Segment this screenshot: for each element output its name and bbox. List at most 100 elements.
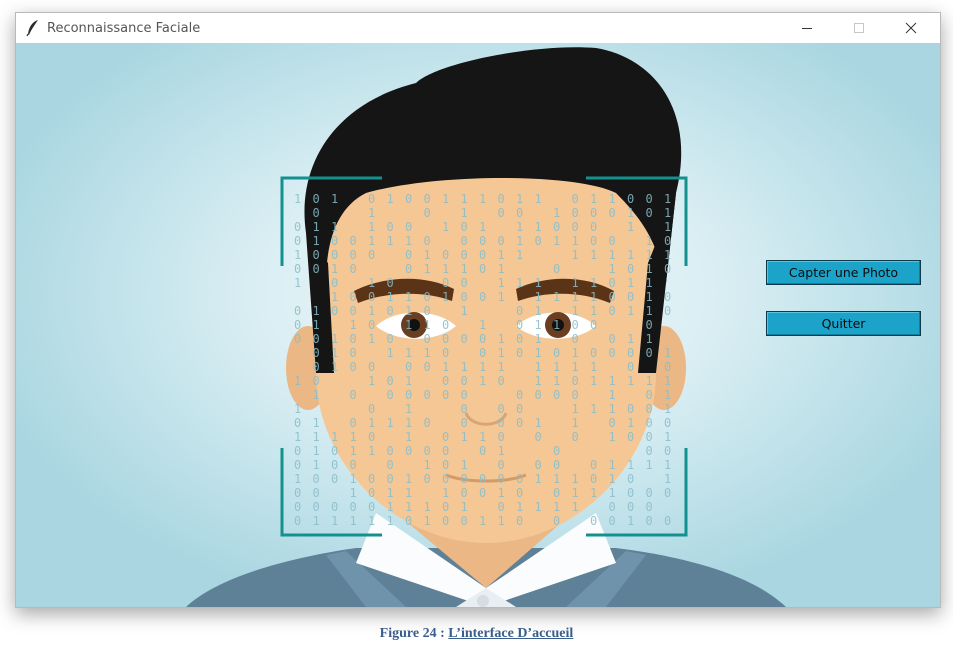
svg-text:1: 1: [627, 416, 634, 430]
svg-text:1: 1: [553, 234, 560, 248]
svg-text:1: 1: [479, 374, 486, 388]
svg-text:0: 0: [313, 374, 320, 388]
svg-text:1: 1: [368, 276, 375, 290]
svg-text:0: 0: [646, 192, 653, 206]
svg-text:1: 1: [331, 360, 338, 374]
svg-text:0: 0: [609, 206, 616, 220]
svg-text:1: 1: [535, 374, 542, 388]
svg-text:0: 0: [368, 360, 375, 374]
svg-text:1: 1: [572, 472, 579, 486]
svg-text:1: 1: [405, 346, 412, 360]
capture-photo-button[interactable]: Capter une Photo: [766, 260, 921, 285]
svg-text:1: 1: [368, 234, 375, 248]
svg-text:0: 0: [461, 234, 468, 248]
close-button[interactable]: [885, 13, 937, 43]
svg-text:1: 1: [553, 500, 560, 514]
svg-text:0: 0: [627, 430, 634, 444]
svg-text:0: 0: [424, 290, 431, 304]
svg-text:1: 1: [313, 444, 320, 458]
svg-text:0: 0: [368, 500, 375, 514]
svg-text:1: 1: [313, 430, 320, 444]
svg-text:0: 0: [461, 374, 468, 388]
svg-text:1: 1: [461, 192, 468, 206]
svg-text:0: 0: [424, 206, 431, 220]
svg-text:1: 1: [535, 332, 542, 346]
svg-text:0: 0: [646, 206, 653, 220]
svg-text:1: 1: [664, 206, 671, 220]
svg-text:0: 0: [553, 220, 560, 234]
svg-text:0: 0: [627, 486, 634, 500]
svg-text:0: 0: [350, 500, 357, 514]
svg-text:0: 0: [664, 514, 671, 528]
svg-text:1: 1: [664, 402, 671, 416]
svg-text:1: 1: [516, 500, 523, 514]
svg-text:1: 1: [350, 514, 357, 528]
figure-caption: Figure 24 : L’interface D’accueil: [0, 626, 953, 642]
svg-text:0: 0: [368, 248, 375, 262]
svg-text:0: 0: [442, 388, 449, 402]
svg-text:1: 1: [442, 192, 449, 206]
svg-text:0: 0: [664, 444, 671, 458]
svg-text:1: 1: [590, 276, 597, 290]
caption-text: L’interface D’accueil: [448, 626, 574, 641]
svg-text:0: 0: [313, 192, 320, 206]
svg-text:1: 1: [627, 248, 634, 262]
svg-text:1: 1: [609, 472, 616, 486]
svg-text:0: 0: [627, 360, 634, 374]
svg-text:1: 1: [590, 304, 597, 318]
svg-text:1: 1: [442, 486, 449, 500]
svg-text:0: 0: [294, 234, 301, 248]
svg-text:1: 1: [294, 430, 301, 444]
svg-text:0: 0: [313, 248, 320, 262]
svg-text:1: 1: [664, 374, 671, 388]
svg-text:1: 1: [424, 318, 431, 332]
maximize-button[interactable]: [833, 13, 885, 43]
camera-preview: 1001010001101001000001100110000111110001…: [16, 43, 940, 607]
svg-text:0: 0: [313, 262, 320, 276]
svg-text:0: 0: [553, 444, 560, 458]
svg-text:1: 1: [627, 276, 634, 290]
svg-text:0: 0: [479, 472, 486, 486]
svg-text:1: 1: [405, 290, 412, 304]
svg-text:0: 0: [294, 318, 301, 332]
svg-text:0: 0: [313, 500, 320, 514]
svg-text:1: 1: [479, 220, 486, 234]
svg-text:1: 1: [424, 262, 431, 276]
svg-text:1: 1: [387, 192, 394, 206]
title-bar[interactable]: Reconnaissance Faciale: [16, 13, 940, 43]
svg-text:0: 0: [498, 234, 505, 248]
svg-text:0: 0: [572, 332, 579, 346]
svg-text:1: 1: [442, 290, 449, 304]
svg-text:0: 0: [646, 416, 653, 430]
svg-text:0: 0: [609, 416, 616, 430]
svg-text:0: 0: [387, 332, 394, 346]
svg-text:1: 1: [294, 248, 301, 262]
svg-text:0: 0: [553, 346, 560, 360]
svg-text:1: 1: [313, 388, 320, 402]
svg-text:1: 1: [590, 486, 597, 500]
svg-text:1: 1: [609, 458, 616, 472]
svg-text:1: 1: [405, 500, 412, 514]
caption-prefix: Figure 24 :: [379, 626, 449, 641]
svg-text:1: 1: [572, 234, 579, 248]
svg-text:0: 0: [479, 332, 486, 346]
svg-text:1: 1: [294, 402, 301, 416]
quit-button[interactable]: Quitter: [766, 311, 921, 336]
minimize-button[interactable]: [781, 13, 833, 43]
svg-text:0: 0: [294, 416, 301, 430]
svg-text:0: 0: [387, 472, 394, 486]
svg-text:1: 1: [646, 374, 653, 388]
svg-text:1: 1: [627, 206, 634, 220]
svg-text:1: 1: [572, 402, 579, 416]
svg-text:0: 0: [405, 220, 412, 234]
svg-text:1: 1: [646, 290, 653, 304]
svg-text:1: 1: [313, 458, 320, 472]
svg-text:1: 1: [368, 332, 375, 346]
svg-text:1: 1: [331, 430, 338, 444]
svg-text:0: 0: [331, 500, 338, 514]
svg-text:0: 0: [572, 206, 579, 220]
svg-text:0: 0: [516, 304, 523, 318]
svg-text:1: 1: [461, 304, 468, 318]
svg-text:0: 0: [664, 234, 671, 248]
svg-text:0: 0: [424, 360, 431, 374]
